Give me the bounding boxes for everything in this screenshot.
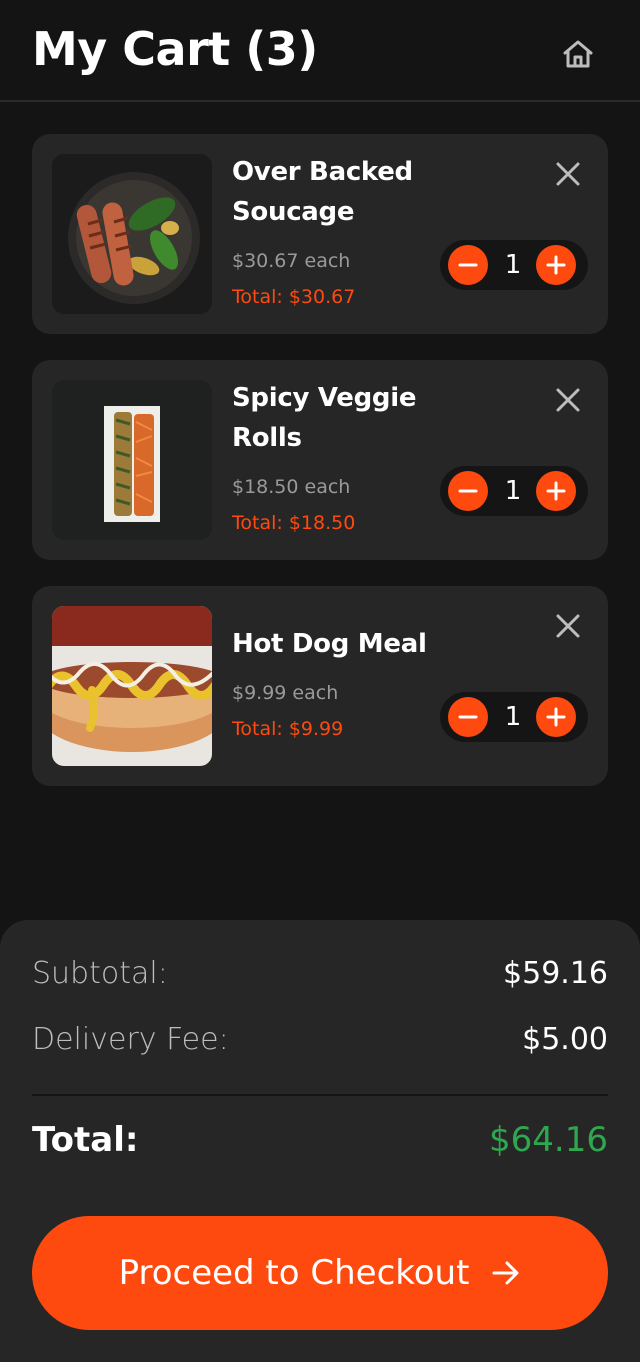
item-name: Spicy Veggie Rolls (232, 383, 417, 453)
increase-quantity-button[interactable] (536, 697, 576, 737)
divider (32, 1094, 608, 1096)
quantity-value: 1 (504, 702, 522, 732)
remove-item-button[interactable] (552, 158, 584, 190)
minus-icon (458, 715, 478, 719)
page-title: My Cart (3) (32, 22, 318, 76)
item-name: Hot Dog Meal (232, 629, 427, 659)
order-summary: Subtotal: $59.16 Delivery Fee: $5.00 Tot… (0, 920, 640, 1362)
plus-icon (546, 707, 566, 727)
increase-quantity-button[interactable] (536, 471, 576, 511)
remove-item-button[interactable] (552, 610, 584, 642)
checkout-label: Proceed to Checkout (118, 1253, 470, 1293)
home-icon (563, 40, 593, 68)
item-unit-price: $30.67 each (232, 250, 351, 272)
item-total: Total: $9.99 (232, 718, 344, 740)
hot-dog-photo (52, 606, 212, 766)
item-total: Total: $30.67 (232, 286, 356, 308)
cart-item: Hot Dog Meal $9.99 each Total: $9.99 1 (32, 586, 608, 786)
delivery-fee-label: Delivery Fee: (32, 1022, 229, 1057)
remove-item-button[interactable] (552, 384, 584, 416)
quantity-stepper: 1 (440, 466, 588, 516)
checkout-button[interactable]: Proceed to Checkout (32, 1216, 608, 1330)
header: My Cart (3) (0, 0, 640, 102)
decrease-quantity-button[interactable] (448, 245, 488, 285)
total-label: Total: (32, 1120, 139, 1160)
close-icon (556, 388, 580, 412)
home-button[interactable] (556, 32, 600, 76)
quantity-stepper: 1 (440, 692, 588, 742)
increase-quantity-button[interactable] (536, 245, 576, 285)
plus-icon (546, 255, 566, 275)
cart-item: Spicy Veggie Rolls $18.50 each Total: $1… (32, 360, 608, 560)
total-value: $64.16 (489, 1120, 608, 1160)
close-icon (556, 162, 580, 186)
plus-icon (546, 481, 566, 501)
minus-icon (458, 489, 478, 493)
arrow-right-icon (492, 1261, 519, 1285)
veggie-rolls-photo (52, 380, 212, 540)
quantity-stepper: 1 (440, 240, 588, 290)
decrease-quantity-button[interactable] (448, 697, 488, 737)
delivery-fee-value: $5.00 (522, 1022, 608, 1057)
quantity-value: 1 (504, 250, 522, 280)
item-unit-price: $9.99 each (232, 682, 339, 704)
item-total: Total: $18.50 (232, 512, 356, 534)
decrease-quantity-button[interactable] (448, 471, 488, 511)
minus-icon (458, 263, 478, 267)
close-icon (556, 614, 580, 638)
item-unit-price: $18.50 each (232, 476, 351, 498)
item-name: Over Backed Soucage (232, 157, 413, 227)
cart-item: Over Backed Soucage $30.67 each Total: $… (32, 134, 608, 334)
subtotal-label: Subtotal: (32, 956, 168, 991)
sausage-plate-photo (52, 154, 212, 314)
subtotal-value: $59.16 (503, 956, 608, 991)
quantity-value: 1 (504, 476, 522, 506)
